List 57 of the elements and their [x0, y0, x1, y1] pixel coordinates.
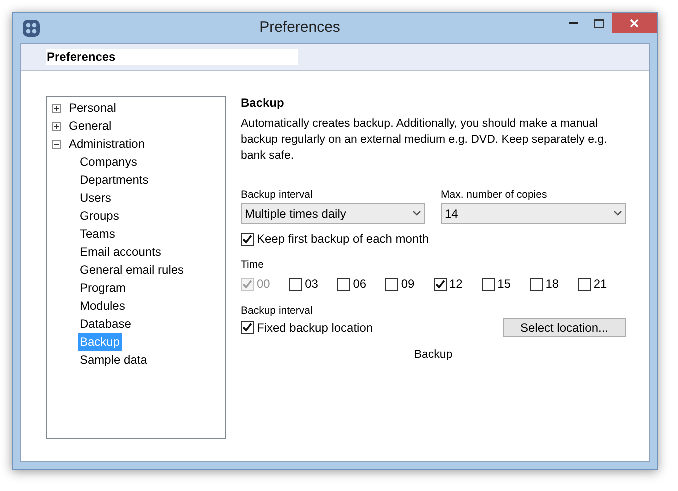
checkbox[interactable] [337, 278, 350, 290]
collapse-icon[interactable] [52, 140, 61, 148]
checkbox-label: 15 [498, 276, 511, 293]
maximize-icon [594, 18, 604, 28]
field-label: Max. number of copies [441, 189, 548, 202]
tree-item[interactable]: Email accounts [78, 243, 164, 261]
minimize-icon [568, 22, 578, 24]
checkbox-label: 09 [401, 276, 415, 293]
checkbox[interactable] [578, 278, 591, 290]
field-label: Backup interval [241, 189, 313, 202]
tree-item[interactable]: Personal [67, 99, 118, 117]
tree-item[interactable]: Program [78, 279, 128, 297]
close-button[interactable] [612, 13, 657, 33]
expand-icon[interactable] [52, 122, 61, 130]
close-icon [630, 18, 639, 28]
checkbox[interactable] [482, 278, 495, 290]
field-label: Backup interval [241, 305, 313, 318]
window-title: Preferences [260, 18, 340, 38]
checkbox[interactable] [530, 278, 543, 290]
tree-item[interactable]: Teams [78, 225, 118, 243]
header-title: Preferences [46, 49, 298, 65]
tree-item[interactable]: General email rules [78, 261, 186, 279]
app-icon [23, 20, 40, 36]
checkbox-label: 12 [450, 276, 463, 293]
tree-item[interactable]: General [67, 117, 114, 135]
checkbox-label: 06 [353, 276, 367, 293]
chevron-icon [413, 211, 421, 216]
checkbox[interactable] [385, 278, 398, 290]
tree-item[interactable]: Companys [78, 153, 140, 171]
checkbox-label: 00 [257, 276, 270, 293]
select-location-button[interactable]: Select location... [503, 318, 626, 337]
tree-item[interactable]: Groups [78, 207, 122, 225]
chevron-icon [614, 211, 622, 216]
interval-dropdown[interactable]: Multiple times daily [241, 203, 425, 224]
tree-item[interactable]: Departments [78, 171, 151, 189]
tree-item[interactable]: Administration [67, 135, 148, 153]
checkbox-label: Keep first backup of each month [257, 231, 430, 248]
checkbox[interactable] [241, 321, 254, 334]
section-description: Automatically creates backup. Additionally, you should make a manual backup regularly on an external medium e.g. DVD. Keep separately e.g. bank safe. [241, 117, 608, 164]
footer-text: Backup [414, 348, 453, 363]
tree-item[interactable]: Database [78, 315, 134, 333]
checkbox-label: 03 [305, 276, 318, 293]
checkbox-label: Fixed backup location [257, 320, 374, 336]
expand-icon[interactable] [52, 104, 61, 112]
checkbox-label: 18 [546, 276, 560, 293]
tree-item[interactable]: Users [78, 189, 114, 207]
checkbox[interactable] [289, 278, 302, 290]
field-label: Time [241, 259, 264, 272]
checkbox[interactable] [241, 232, 254, 246]
tree-item[interactable]: Modules [78, 297, 128, 315]
dropdown-value: 14 [445, 206, 458, 222]
checkbox[interactable] [434, 278, 446, 290]
copies-dropdown[interactable]: 14 [441, 203, 626, 224]
dropdown-value: Multiple times daily [245, 206, 346, 222]
tree-item[interactable]: Sample data [78, 351, 150, 369]
section-title: Backup [241, 96, 284, 111]
checkbox-label: 21 [594, 276, 608, 293]
